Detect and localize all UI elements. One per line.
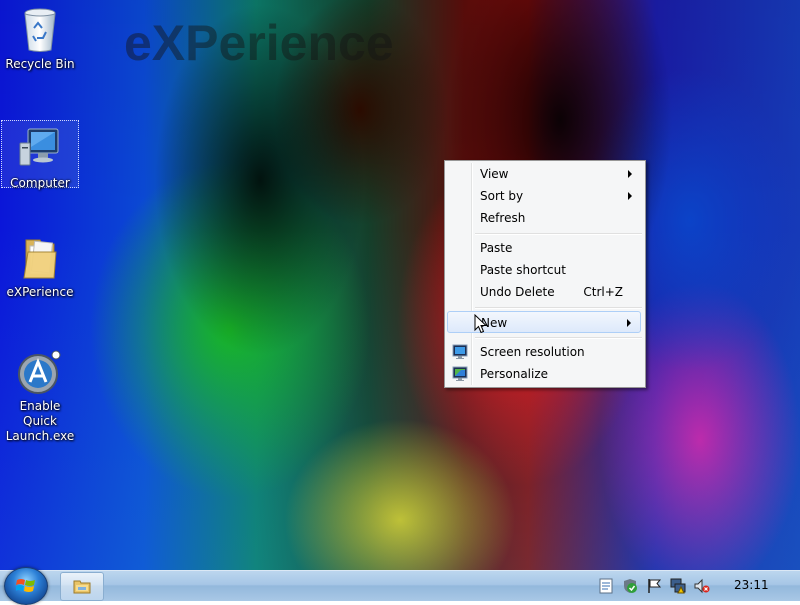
desktop-icon-label: eXPerience [6,285,74,299]
desktop-icon-computer[interactable]: Computer [1,120,79,190]
menu-item-screen-resolution[interactable]: Screen resolution [447,341,641,363]
menu-item-label: Personalize [480,367,549,381]
desktop-icon-label: Recycle Bin [5,57,75,71]
menu-item-sort-by[interactable]: Sort by [447,185,641,207]
menu-item-personalize[interactable]: Personalize [447,363,641,385]
quick-launch-app-icon [18,350,61,394]
desktop-context-menu: View Sort by Refresh Paste Paste shortcu… [444,160,646,388]
desktop-icon-label: Computer [10,176,70,190]
desktop-icon-recycle-bin[interactable]: Recycle Bin [1,6,79,72]
volume-muted-icon[interactable] [694,578,710,594]
submenu-arrow-icon [628,192,632,200]
desktop-icon-enable-quick-launch[interactable]: Enable Quick Launch.exe [1,348,79,444]
menu-separator [475,337,642,339]
windows-explorer-icon [73,580,91,594]
network-warning-icon[interactable] [670,578,686,594]
menu-item-label: Paste shortcut [480,263,566,277]
windows-logo-icon [16,579,35,592]
menu-item-label: Screen resolution [480,345,585,359]
computer-icon [19,128,59,166]
taskbar-explorer-button[interactable] [60,572,104,601]
menu-item-paste[interactable]: Paste [447,237,641,259]
menu-separator [475,233,642,235]
desktop-watermark: eXPerience [124,15,394,71]
menu-item-label: Paste [480,241,513,255]
start-button[interactable] [4,567,48,605]
submenu-arrow-icon [627,319,631,327]
menu-item-refresh[interactable]: Refresh [447,207,641,229]
desktop-icon-label: Enable Quick Launch.exe [5,399,75,443]
folder-icon [23,239,57,279]
mouse-cursor-icon [474,314,488,334]
menu-item-paste-shortcut[interactable]: Paste shortcut [447,259,641,281]
screen-resolution-icon [452,344,468,359]
menu-item-label: View [480,167,509,181]
menu-separator [475,307,642,309]
menu-item-shortcut: Ctrl+Z [583,285,623,299]
menu-item-label: Undo Delete [480,285,555,299]
taskbar: 23:11 [0,567,800,605]
taskbar-clock[interactable]: 23:11 [734,578,769,592]
menu-item-view[interactable]: View [447,163,641,185]
action-center-flag-icon[interactable] [646,578,662,594]
submenu-arrow-icon [628,170,632,178]
personalize-icon [452,366,468,381]
menu-item-label: Refresh [480,211,526,225]
notes-icon[interactable] [598,578,614,594]
menu-item-label: Sort by [480,189,524,203]
menu-item-undo-delete[interactable]: Undo Delete Ctrl+Z [447,281,641,303]
security-shield-icon[interactable] [622,578,638,594]
desktop-background[interactable]: eXPerience Recycle Bin Computer eXPerien… [0,0,800,570]
recycle-bin-icon [24,8,56,52]
desktop-icon-experience-folder[interactable]: eXPerience [1,234,79,300]
